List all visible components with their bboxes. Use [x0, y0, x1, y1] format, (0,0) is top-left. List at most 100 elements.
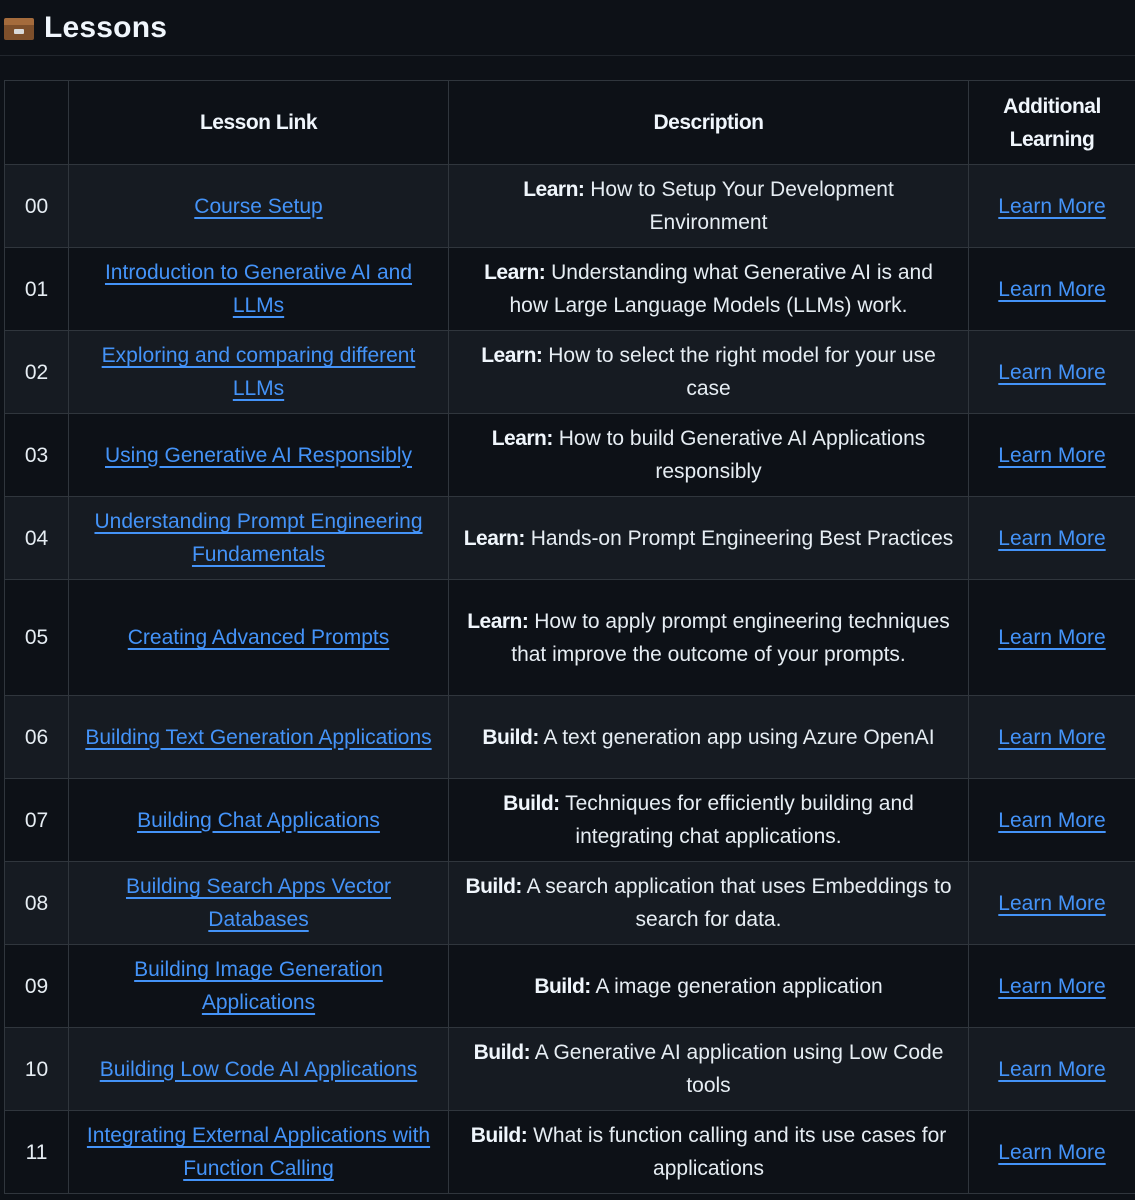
table-row: 01 Introduction to Generative AI and LLMs…	[4, 247, 1135, 331]
lesson-description: Learn: How to Setup Your Development Env…	[448, 164, 969, 248]
lesson-link[interactable]: Building Chat Applications	[137, 809, 380, 832]
readme-page: Lessons Lesson Link Description Addition…	[0, 0, 1135, 1200]
lesson-link[interactable]: Building Image Generation Applications	[134, 958, 383, 1014]
additional-learning-cell: Learn More	[968, 861, 1135, 945]
lesson-link[interactable]: Course Setup	[194, 195, 322, 218]
description-text: How to Setup Your Development Environmen…	[590, 178, 894, 234]
additional-learning-cell: Learn More	[968, 330, 1135, 414]
additional-learning-cell: Learn More	[968, 579, 1135, 696]
learn-more-link[interactable]: Learn More	[998, 1141, 1105, 1164]
description-text: A Generative AI application using Low Co…	[534, 1041, 944, 1097]
lessons-table: Lesson Link Description Additional Learn…	[4, 80, 1135, 1194]
lesson-number: 01	[4, 247, 69, 331]
table-header-row: Lesson Link Description Additional Learn…	[4, 80, 1135, 165]
description-label: Learn:	[481, 344, 543, 367]
lesson-description: Learn: Hands-on Prompt Engineering Best …	[448, 496, 969, 580]
lesson-link-cell: Building Image Generation Applications	[68, 944, 449, 1028]
lesson-link-cell: Building Text Generation Applications	[68, 695, 449, 779]
lesson-link-cell: Understanding Prompt Engineering Fundame…	[68, 496, 449, 580]
lesson-number: 07	[4, 778, 69, 862]
description-text: How to apply prompt engineering techniqu…	[511, 609, 950, 666]
additional-learning-cell: Learn More	[968, 164, 1135, 248]
description-label: Learn:	[484, 261, 546, 284]
description-text: How to build Generative AI Applications …	[558, 427, 926, 483]
table-row: 09 Building Image Generation Applications…	[4, 944, 1135, 1028]
table-row: 05 Creating Advanced Prompts Learn: How to…	[4, 579, 1135, 696]
lesson-link[interactable]: Building Low Code AI Applications	[100, 1058, 418, 1081]
learn-more-link[interactable]: Learn More	[998, 975, 1105, 998]
lessons-heading: Lessons	[0, 0, 1135, 56]
lesson-link-cell: Using Generative AI Responsibly	[68, 413, 449, 497]
table-row: 08 Building Search Apps Vector Databases B…	[4, 861, 1135, 945]
lessons-table-body: 00 Course Setup Learn: How to Setup Your D…	[4, 164, 1135, 1194]
lesson-number: 08	[4, 861, 69, 945]
lesson-link[interactable]: Understanding Prompt Engineering Fundame…	[94, 510, 422, 566]
description-text: A image generation application	[595, 974, 883, 998]
description-text: Techniques for efficiently building and …	[565, 792, 914, 848]
additional-learning-cell: Learn More	[968, 496, 1135, 580]
lesson-link-cell: Creating Advanced Prompts	[68, 579, 449, 696]
description-label: Learn:	[491, 427, 554, 450]
lesson-description: Learn: How to select the right model for…	[448, 330, 969, 414]
learn-more-link[interactable]: Learn More	[998, 626, 1105, 649]
lesson-description: Build: A Generative AI application using…	[448, 1027, 969, 1111]
lesson-link[interactable]: Integrating External Applications with F…	[87, 1124, 430, 1180]
learn-more-link[interactable]: Learn More	[998, 809, 1105, 832]
lesson-link[interactable]: Exploring and comparing different LLMs	[102, 344, 416, 400]
description-label: Build:	[473, 1041, 531, 1064]
lesson-number: 09	[4, 944, 69, 1028]
lesson-description: Build: Techniques for efficiently buildi…	[448, 778, 969, 862]
lesson-number: 10	[4, 1027, 69, 1111]
description-text: Hands-on Prompt Engineering Best Practic…	[530, 526, 954, 550]
lesson-link[interactable]: Building Search Apps Vector Databases	[126, 875, 391, 931]
column-header-additional-learning: Additional Learning	[968, 80, 1135, 165]
description-label: Learn:	[463, 526, 526, 550]
description-text: What is function calling and its use cas…	[533, 1124, 947, 1180]
lesson-number: 05	[4, 579, 69, 696]
learn-more-link[interactable]: Learn More	[998, 444, 1105, 467]
learn-more-link[interactable]: Learn More	[998, 195, 1105, 218]
lesson-link-cell: Introduction to Generative AI and LLMs	[68, 247, 449, 331]
description-label: Learn:	[523, 178, 585, 201]
additional-learning-cell: Learn More	[968, 695, 1135, 779]
lesson-number: 00	[4, 164, 69, 248]
learn-more-link[interactable]: Learn More	[998, 278, 1105, 301]
description-text: How to select the right model for your u…	[548, 344, 936, 400]
lesson-description: Build: What is function calling and its …	[448, 1110, 969, 1194]
table-row: 04 Understanding Prompt Engineering Funda…	[4, 496, 1135, 580]
additional-learning-cell: Learn More	[968, 413, 1135, 497]
description-text: A text generation app using Azure OpenAI	[543, 725, 935, 749]
lesson-link[interactable]: Building Text Generation Applications	[85, 726, 431, 749]
card-file-box-icon	[4, 17, 34, 40]
column-header-number	[4, 80, 69, 165]
description-label: Build:	[465, 875, 522, 898]
lesson-link-cell: Building Chat Applications	[68, 778, 449, 862]
lesson-description: Learn: How to apply prompt engineering t…	[448, 579, 969, 696]
lesson-link[interactable]: Introduction to Generative AI and LLMs	[105, 261, 412, 317]
table-row: 00 Course Setup Learn: How to Setup Your D…	[4, 164, 1135, 248]
lesson-number: 03	[4, 413, 69, 497]
learn-more-link[interactable]: Learn More	[998, 1058, 1105, 1081]
additional-learning-cell: Learn More	[968, 247, 1135, 331]
column-header-description: Description	[448, 80, 969, 165]
lesson-description: Build: A text generation app using Azure…	[448, 695, 969, 779]
lesson-number: 11	[4, 1110, 69, 1194]
lesson-link[interactable]: Creating Advanced Prompts	[128, 626, 389, 649]
learn-more-link[interactable]: Learn More	[998, 892, 1105, 915]
lesson-description: Learn: Understanding what Generative AI …	[448, 247, 969, 331]
lesson-number: 02	[4, 330, 69, 414]
additional-learning-cell: Learn More	[968, 1110, 1135, 1194]
learn-more-link[interactable]: Learn More	[998, 726, 1105, 749]
table-row: 10 Building Low Code AI Applications Build…	[4, 1027, 1135, 1111]
description-text: Understanding what Generative AI is and …	[509, 261, 933, 317]
description-label: Learn:	[467, 609, 529, 633]
lessons-title: Lessons	[44, 10, 168, 44]
lesson-link-cell: Building Low Code AI Applications	[68, 1027, 449, 1111]
learn-more-link[interactable]: Learn More	[998, 527, 1105, 550]
lesson-link[interactable]: Using Generative AI Responsibly	[105, 444, 412, 467]
learn-more-link[interactable]: Learn More	[998, 361, 1105, 384]
table-row: 11 Integrating External Applications with…	[4, 1110, 1135, 1194]
lesson-link-cell: Building Search Apps Vector Databases	[68, 861, 449, 945]
lesson-description: Build: A search application that uses Em…	[448, 861, 969, 945]
description-label: Build:	[534, 974, 591, 998]
